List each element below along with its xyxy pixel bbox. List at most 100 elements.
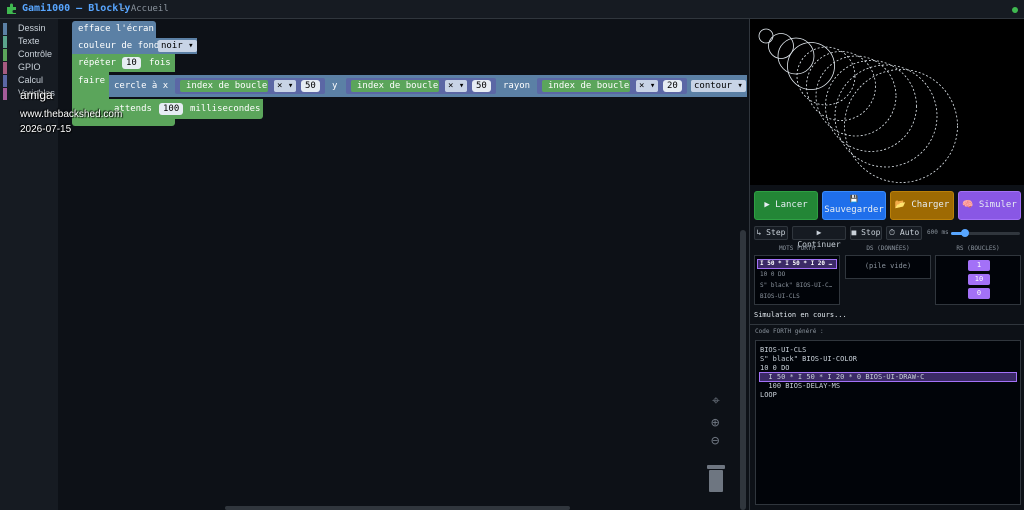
- load-button[interactable]: 📂 Charger: [890, 191, 954, 220]
- save-button[interactable]: 💾 Sauvegarder: [822, 191, 886, 220]
- block-label: index de boucle: [548, 81, 630, 91]
- speed-slider-thumb[interactable]: [960, 229, 969, 237]
- toolbox-category-texte[interactable]: Texte: [3, 36, 58, 49]
- blockly-workspace[interactable]: efface l'écran couleur de fond noir ▾ ré…: [58, 19, 747, 510]
- simulate-button[interactable]: 🧠 Simuler: [958, 191, 1021, 220]
- home-link[interactable]: ← Accueil: [120, 4, 169, 14]
- toolbox-category-controle[interactable]: Contrôle: [3, 49, 58, 62]
- toolbox-category-calcul[interactable]: Calcul: [3, 75, 58, 88]
- code-line: BIOS-UI-CLS: [760, 346, 807, 354]
- category-color-swatch: [3, 75, 7, 87]
- words-column-header: MOTS FORTH: [778, 245, 816, 252]
- generated-code-label: Code FORTH généré :: [755, 328, 824, 335]
- watermark-username: amiga: [20, 88, 53, 102]
- speed-value: 600 ms: [927, 229, 949, 236]
- code-line: S" black" BIOS-UI-COLOR: [760, 355, 857, 363]
- toolbox-category-gpio[interactable]: GPIO: [3, 62, 58, 75]
- repeat-block[interactable]: répéter 10 fois: [72, 54, 175, 72]
- workspace-vertical-scrollbar[interactable]: [740, 230, 746, 510]
- block-label: faire: [78, 76, 106, 86]
- continue-button[interactable]: ▶ Continuer: [792, 226, 846, 249]
- category-color-swatch: [3, 49, 7, 61]
- code-line: 100 BIOS-DELAY-MS: [760, 382, 841, 390]
- step-button[interactable]: ↳ Step: [754, 226, 788, 240]
- block-label: rayon: [503, 81, 531, 91]
- x-factor-field[interactable]: 50: [301, 80, 320, 92]
- block-label: millisecondes: [190, 104, 261, 114]
- trash-icon[interactable]: [706, 463, 726, 493]
- data-stack-header: DS (DONNÉES): [866, 245, 910, 252]
- loop-index-block[interactable]: index de boucle: [542, 80, 630, 92]
- radius-multiply-expression[interactable]: index de boucle × ▾ 20: [537, 78, 687, 94]
- block-label: efface l'écran: [78, 24, 154, 34]
- clear-screen-block[interactable]: efface l'écran: [72, 21, 156, 38]
- background-color-block[interactable]: couleur de fond noir ▾: [72, 38, 197, 54]
- color-dropdown[interactable]: noir ▾: [158, 40, 197, 52]
- category-label: Dessin: [18, 23, 46, 33]
- workspace-horizontal-scrollbar[interactable]: [225, 506, 570, 510]
- connection-status-indicator: [1012, 7, 1018, 13]
- return-stack-value: 1: [968, 260, 990, 271]
- run-button[interactable]: ▶ Lancer: [754, 191, 818, 220]
- auto-button[interactable]: ⏱ Auto: [886, 226, 922, 240]
- drawn-circle: [806, 51, 876, 121]
- return-stack-value: 0: [968, 288, 990, 299]
- forth-word: 10 0 DO: [760, 271, 786, 278]
- category-color-swatch: [3, 88, 7, 100]
- operator-dropdown[interactable]: × ▾: [636, 80, 659, 92]
- x-multiply-expression[interactable]: index de boucle × ▾ 50: [175, 78, 325, 94]
- code-line: LOOP: [760, 391, 777, 399]
- speed-slider[interactable]: [951, 229, 1020, 237]
- zoom-in-icon[interactable]: ⊕: [711, 415, 719, 431]
- watermark-date: 2026-07-15: [20, 124, 72, 135]
- right-panel: ▶ Lancer 💾 Sauvegarder 📂 Charger 🧠 Simul…: [749, 19, 1024, 510]
- drawn-circle: [777, 37, 815, 75]
- drawn-circles: [758, 28, 958, 183]
- radius-factor-field[interactable]: 20: [663, 80, 682, 92]
- operator-dropdown[interactable]: × ▾: [445, 80, 468, 92]
- forth-word-current: I 50 * I 50 * I 20 …: [760, 260, 833, 267]
- loop-index-block[interactable]: index de boucle: [180, 80, 268, 92]
- draw-mode-dropdown[interactable]: contour ▾: [691, 80, 746, 92]
- y-factor-field[interactable]: 50: [472, 80, 491, 92]
- display-canvas: [750, 19, 1024, 185]
- forth-word: BIOS-UI-CLS: [760, 293, 800, 300]
- block-label: index de boucle: [357, 81, 439, 91]
- zoom-out-icon[interactable]: ⊖: [711, 433, 719, 449]
- wait-duration-field[interactable]: 100: [159, 103, 184, 115]
- drawn-circle: [815, 55, 897, 137]
- drawn-circle: [758, 28, 774, 44]
- generated-code-panel[interactable]: BIOS-UI-CLS S" black" BIOS-UI-COLOR 10 0…: [755, 340, 1021, 505]
- category-color-swatch: [3, 36, 7, 48]
- block-label: fois: [149, 58, 171, 68]
- block-label: cercle à x: [114, 81, 169, 91]
- save-icon: 💾: [849, 195, 859, 203]
- category-color-swatch: [3, 62, 7, 74]
- circle-block[interactable]: cercle à x index de boucle × ▾ 50 y inde…: [109, 75, 747, 97]
- app-title: Gami1000 — Blockly: [22, 3, 131, 14]
- code-line-current: I 50 * I 50 * I 20 * 0 BIOS-UI-DRAW-C: [760, 373, 925, 381]
- data-stack-panel: (pile vide): [845, 255, 931, 279]
- block-label: index de boucle: [186, 81, 268, 91]
- toolbox-category-dessin[interactable]: Dessin: [3, 23, 58, 36]
- recenter-icon[interactable]: ⌖: [712, 393, 720, 409]
- simulation-status: Simulation en cours...: [754, 311, 847, 319]
- category-color-swatch: [3, 23, 7, 35]
- category-label: Calcul: [18, 75, 44, 85]
- return-stack-panel: 1 10 0: [935, 255, 1021, 305]
- wait-block[interactable]: attends 100 millisecondes: [109, 99, 263, 119]
- code-line: 10 0 DO: [760, 364, 790, 372]
- drawn-circle: [844, 69, 958, 183]
- drawn-circle: [825, 60, 917, 152]
- forth-words-panel: I 50 * I 50 * I 20 … 10 0 DO S" black" B…: [754, 255, 840, 305]
- repeat-count-field[interactable]: 10: [122, 57, 141, 69]
- category-label: Contrôle: [18, 49, 53, 59]
- return-stack-value: 10: [968, 274, 990, 285]
- stop-button[interactable]: ■ Stop: [850, 226, 882, 240]
- block-label: répéter: [78, 58, 116, 68]
- forth-word: S" black" BIOS-UI-C…: [760, 282, 833, 289]
- data-stack-empty: (pile vide): [864, 262, 912, 270]
- y-multiply-expression[interactable]: index de boucle × ▾ 50: [346, 78, 496, 94]
- operator-dropdown[interactable]: × ▾: [274, 80, 297, 92]
- loop-index-block[interactable]: index de boucle: [351, 80, 439, 92]
